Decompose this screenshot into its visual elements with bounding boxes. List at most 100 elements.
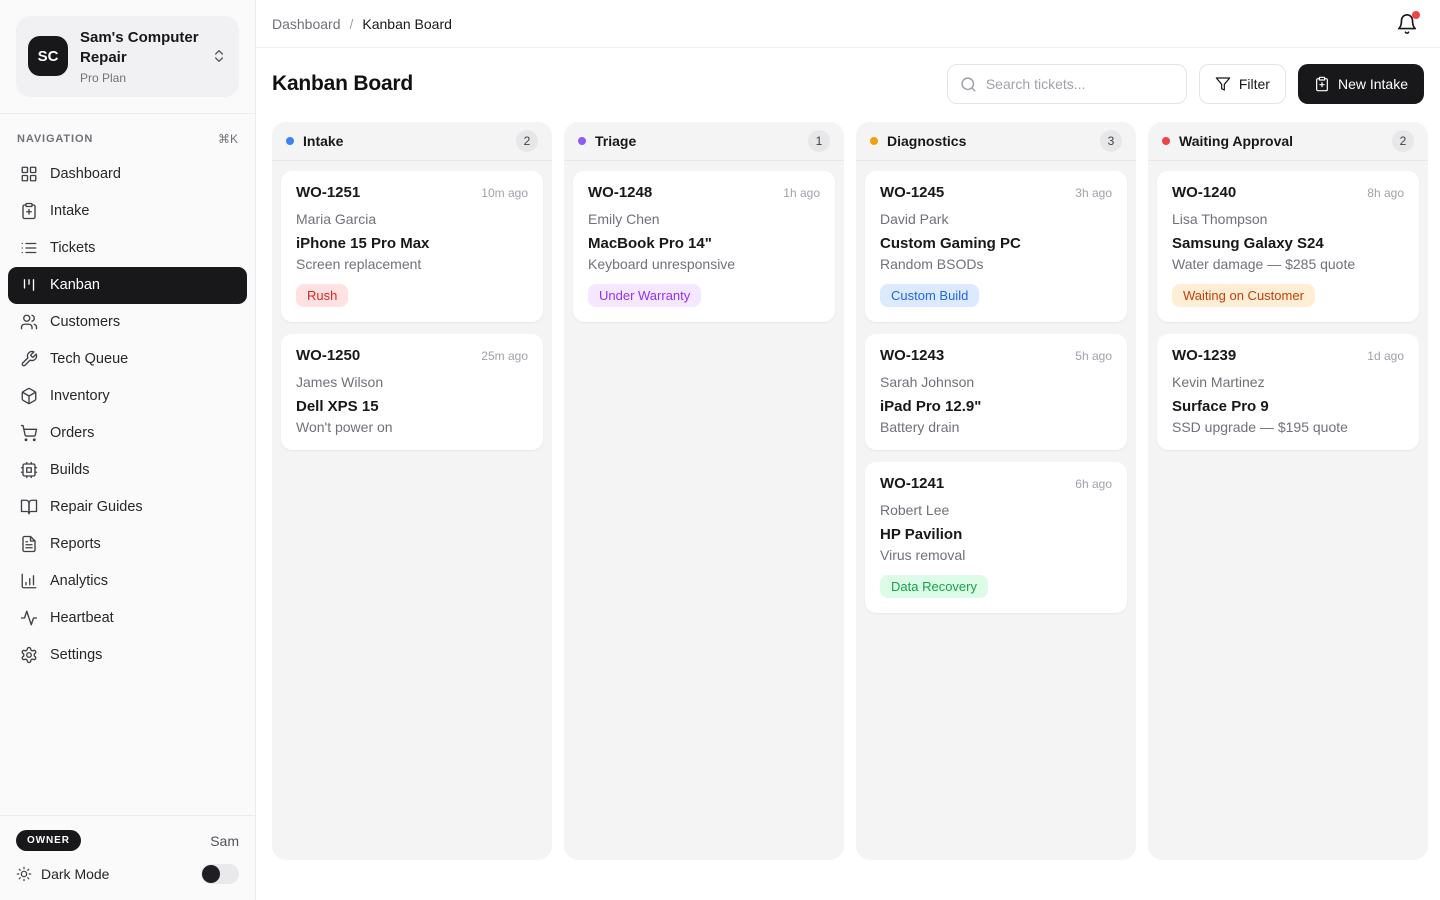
column-title: Triage [595, 133, 636, 149]
sidebar-item-tech-queue[interactable]: Tech Queue [8, 341, 247, 378]
card-device: iPhone 15 Pro Max [296, 235, 528, 252]
card-customer: Sarah Johnson [880, 374, 1112, 390]
column-status-dot [286, 137, 294, 145]
page-title: Kanban Board [272, 72, 413, 96]
breadcrumb-dashboard[interactable]: Dashboard [272, 16, 341, 32]
kanban-card-wo-1251[interactable]: WO-1251 10m ago Maria Garcia iPhone 15 P… [281, 171, 543, 322]
card-issue: Random BSODs [880, 256, 1112, 272]
sidebar-footer: OWNER Sam Dark Mode [0, 815, 255, 900]
kanban-card-wo-1245[interactable]: WO-1245 3h ago David Park Custom Gaming … [865, 171, 1127, 322]
sidebar-item-label: Tech Queue [50, 351, 128, 367]
column-status-dot [870, 137, 878, 145]
file-text-icon [20, 535, 38, 553]
card-tag: Waiting on Customer [1172, 284, 1315, 307]
card-issue: Water damage — $285 quote [1172, 256, 1404, 272]
dark-mode-toggle[interactable] [201, 864, 239, 884]
grid-icon [20, 165, 38, 183]
org-plan: Pro Plan [80, 71, 199, 85]
nav-section-label: NAVIGATION [17, 133, 93, 145]
notification-dot [1412, 11, 1420, 19]
sidebar-nav: Dashboard Intake Tickets Kanban Customer… [0, 156, 255, 674]
breadcrumb: Dashboard / Kanban Board [272, 16, 452, 32]
notifications-button[interactable] [1396, 13, 1418, 35]
column-header: Triage 1 [564, 122, 844, 161]
new-intake-button[interactable]: New Intake [1298, 64, 1424, 104]
sidebar-item-heartbeat[interactable]: Heartbeat [8, 600, 247, 637]
column-diagnostics: Diagnostics 3 WO-1245 3h ago David Park … [856, 122, 1136, 860]
column-triage: Triage 1 WO-1248 1h ago Emily Chen MacBo… [564, 122, 844, 860]
column-title: Intake [303, 133, 343, 149]
org-name: Sam's Computer Repair [80, 28, 199, 69]
breadcrumb-current: Kanban Board [362, 16, 452, 32]
search-input[interactable] [986, 76, 1174, 92]
card-issue: Battery drain [880, 419, 1112, 435]
card-time: 10m ago [481, 186, 528, 200]
card-id: WO-1243 [880, 347, 944, 364]
clipboard-plus-icon [20, 202, 38, 220]
card-time: 25m ago [481, 349, 528, 363]
kanban-card-wo-1248[interactable]: WO-1248 1h ago Emily Chen MacBook Pro 14… [573, 171, 835, 322]
sidebar-item-settings[interactable]: Settings [8, 637, 247, 674]
column-title: Waiting Approval [1179, 133, 1293, 149]
sidebar-item-kanban[interactable]: Kanban [8, 267, 247, 304]
sidebar-item-builds[interactable]: Builds [8, 452, 247, 489]
kanban-card-wo-1240[interactable]: WO-1240 8h ago Lisa Thompson Samsung Gal… [1157, 171, 1419, 322]
bar-chart-icon [20, 572, 38, 590]
command-k-shortcut: ⌘K [218, 132, 238, 146]
card-device: MacBook Pro 14" [588, 235, 820, 252]
sidebar-item-label: Orders [50, 425, 94, 441]
card-time: 1d ago [1367, 349, 1404, 363]
sidebar-item-dashboard[interactable]: Dashboard [8, 156, 247, 193]
topbar: Dashboard / Kanban Board [256, 0, 1440, 48]
card-id: WO-1241 [880, 475, 944, 492]
kanban-card-wo-1241[interactable]: WO-1241 6h ago Robert Lee HP Pavilion Vi… [865, 462, 1127, 613]
column-count-badge: 2 [516, 130, 538, 152]
card-tag: Rush [296, 284, 348, 307]
kanban-card-wo-1239[interactable]: WO-1239 1d ago Kevin Martinez Surface Pr… [1157, 334, 1419, 450]
card-time: 1h ago [783, 186, 820, 200]
card-device: HP Pavilion [880, 526, 1112, 543]
card-customer: Maria Garcia [296, 211, 528, 227]
owner-badge: OWNER [16, 830, 81, 851]
sidebar-item-label: Settings [50, 647, 102, 663]
sidebar-item-inventory[interactable]: Inventory [8, 378, 247, 415]
sidebar-item-repair-guides[interactable]: Repair Guides [8, 489, 247, 526]
sidebar-item-orders[interactable]: Orders [8, 415, 247, 452]
gear-icon [20, 646, 38, 664]
card-issue: SSD upgrade — $195 quote [1172, 419, 1404, 435]
column-header: Diagnostics 3 [856, 122, 1136, 161]
filter-button[interactable]: Filter [1199, 64, 1286, 104]
sidebar-item-intake[interactable]: Intake [8, 193, 247, 230]
wrench-icon [20, 350, 38, 368]
column-intake: Intake 2 WO-1251 10m ago Maria Garcia iP… [272, 122, 552, 860]
sidebar-item-customers[interactable]: Customers [8, 304, 247, 341]
book-open-icon [20, 498, 38, 516]
sidebar-item-label: Dashboard [50, 166, 121, 182]
card-id: WO-1250 [296, 347, 360, 364]
kanban-card-wo-1243[interactable]: WO-1243 5h ago Sarah Johnson iPad Pro 12… [865, 334, 1127, 450]
card-id: WO-1240 [1172, 184, 1236, 201]
sidebar-item-label: Builds [50, 462, 90, 478]
card-device: Surface Pro 9 [1172, 398, 1404, 415]
sidebar-item-analytics[interactable]: Analytics [8, 563, 247, 600]
card-device: iPad Pro 12.9" [880, 398, 1112, 415]
sidebar-item-label: Customers [50, 314, 120, 330]
card-id: WO-1248 [588, 184, 652, 201]
card-issue: Virus removal [880, 547, 1112, 563]
sidebar-item-tickets[interactable]: Tickets [8, 230, 247, 267]
new-intake-button-label: New Intake [1338, 76, 1408, 92]
card-time: 3h ago [1075, 186, 1112, 200]
activity-icon [20, 609, 38, 627]
sidebar-item-reports[interactable]: Reports [8, 526, 247, 563]
sidebar: SC Sam's Computer Repair Pro Plan NAVIGA… [0, 0, 256, 900]
card-tag: Under Warranty [588, 284, 701, 307]
column-header: Intake 2 [272, 122, 552, 161]
card-id: WO-1245 [880, 184, 944, 201]
card-issue: Keyboard unresponsive [588, 256, 820, 272]
users-icon [20, 313, 38, 331]
kanban-card-wo-1250[interactable]: WO-1250 25m ago James Wilson Dell XPS 15… [281, 334, 543, 450]
card-tag: Custom Build [880, 284, 979, 307]
search-box[interactable] [947, 64, 1187, 104]
sidebar-item-label: Inventory [50, 388, 110, 404]
org-switcher[interactable]: SC Sam's Computer Repair Pro Plan [16, 16, 239, 97]
